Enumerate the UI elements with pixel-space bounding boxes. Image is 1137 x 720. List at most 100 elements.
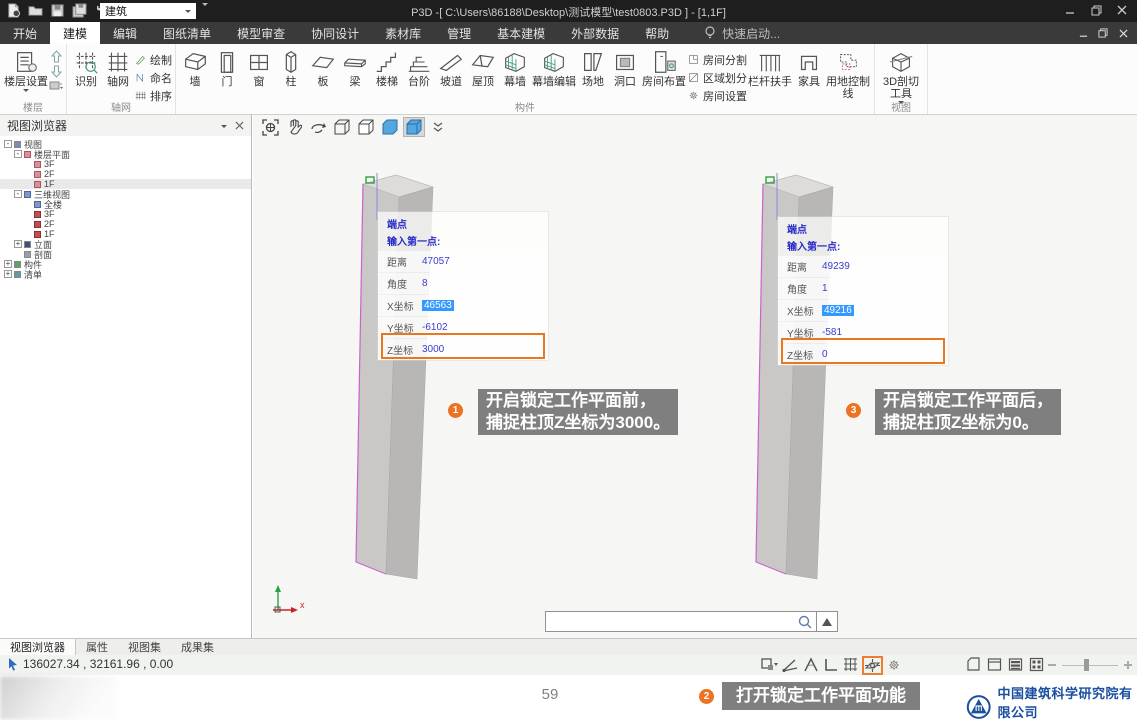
lock-workplane-toggle[interactable] xyxy=(862,656,883,675)
doc-minimize-button[interactable] xyxy=(1073,24,1093,42)
cascade-windows-icon[interactable] xyxy=(1008,657,1023,672)
single-window-icon[interactable] xyxy=(987,657,1002,672)
settings-gear-icon[interactable] xyxy=(886,657,902,673)
tab-external-data[interactable]: 外部数据 xyxy=(558,22,632,44)
opening-button[interactable]: 洞口 xyxy=(609,46,641,88)
x-coord-value[interactable]: 49216 xyxy=(822,305,854,316)
3d-section-tool-button[interactable]: 3D剖切工具 xyxy=(878,46,924,107)
tree-item-3d-views[interactable]: -三维视图 xyxy=(0,189,251,199)
quick-launch[interactable]: 快速启动... xyxy=(704,22,780,44)
expander-icon[interactable]: - xyxy=(4,140,12,148)
window-button[interactable]: 窗 xyxy=(243,46,275,88)
expander-icon[interactable]: + xyxy=(4,260,12,268)
zoom-extents-button[interactable] xyxy=(259,117,281,137)
tab-drawing-list[interactable]: 图纸清单 xyxy=(150,22,224,44)
snap-settings-icon[interactable] xyxy=(760,657,778,673)
new-window-icon[interactable] xyxy=(966,657,981,672)
column-button[interactable]: 柱 xyxy=(275,46,307,88)
panel-close-icon[interactable] xyxy=(235,121,244,130)
minimize-button[interactable] xyxy=(1057,0,1083,20)
tab-basic-modeling[interactable]: 基本建模 xyxy=(484,22,558,44)
tree-item-plan-2f[interactable]: 2F xyxy=(0,169,251,179)
expander-icon[interactable]: + xyxy=(14,240,22,248)
expand-history-button[interactable] xyxy=(816,612,837,631)
wall-button[interactable]: 墙 xyxy=(179,46,211,88)
floor-copy-icon[interactable] xyxy=(49,80,63,91)
tree-item-floor-plans[interactable]: -楼层平面 xyxy=(0,149,251,159)
wireframe-view-button[interactable] xyxy=(331,117,353,137)
floor-down-icon[interactable] xyxy=(51,65,62,78)
zoom-out-icon[interactable] xyxy=(1048,664,1056,666)
beam-button[interactable]: 梁 xyxy=(339,46,371,88)
tab-properties[interactable]: 属性 xyxy=(76,639,118,655)
floor-up-icon[interactable] xyxy=(51,50,62,63)
roof-button[interactable]: 屋顶 xyxy=(467,46,499,88)
expander-icon[interactable]: - xyxy=(14,150,22,158)
tile-windows-icon[interactable] xyxy=(1029,657,1044,672)
expander-icon[interactable]: - xyxy=(14,190,22,198)
tree-item-3d-3f[interactable]: 3F xyxy=(0,209,251,219)
tab-material-library[interactable]: 素材库 xyxy=(372,22,434,44)
tab-management[interactable]: 管理 xyxy=(434,22,484,44)
site-button[interactable]: 场地 xyxy=(577,46,609,88)
area-divide-button[interactable]: 区域划分 xyxy=(687,69,747,86)
steps-button[interactable]: 台阶 xyxy=(403,46,435,88)
x-coord-value[interactable]: 46563 xyxy=(422,300,454,311)
railing-button[interactable]: 栏杆扶手 xyxy=(747,46,793,88)
search-icon[interactable] xyxy=(797,614,813,630)
tree-item-3d-whole[interactable]: 全楼 xyxy=(0,199,251,209)
recognize-icon xyxy=(72,48,100,76)
tab-edit[interactable]: 编辑 xyxy=(100,22,150,44)
hidden-line-view-button[interactable] xyxy=(355,117,377,137)
orbit-button[interactable] xyxy=(307,117,329,137)
curtain-wall-button[interactable]: 幕墙 xyxy=(499,46,531,88)
tab-view-browser[interactable]: 视图浏览器 xyxy=(0,639,76,655)
door-button[interactable]: 门 xyxy=(211,46,243,88)
room-layout-button[interactable]: 房间布置 xyxy=(641,46,687,88)
curtain-wall-edit-button[interactable]: 幕墙编辑 xyxy=(531,46,577,88)
tab-result-sets[interactable]: 成果集 xyxy=(171,639,224,655)
tree-item-schedules[interactable]: +清单 xyxy=(0,269,251,279)
site-boundary-button[interactable]: 用地控制线 xyxy=(825,46,871,100)
ortho-mode-icon[interactable] xyxy=(823,657,839,673)
doc-restore-button[interactable] xyxy=(1093,24,1113,42)
doc-close-button[interactable] xyxy=(1113,24,1133,42)
object-snap-icon[interactable] xyxy=(802,657,820,673)
tree-item-plan-3f[interactable]: 3F xyxy=(0,159,251,169)
floor-setup-button[interactable]: 楼层设置 xyxy=(3,46,49,95)
recognize-button[interactable]: 识别 xyxy=(70,46,102,88)
grid-snap-icon[interactable] xyxy=(842,657,859,673)
tab-start[interactable]: 开始 xyxy=(0,22,50,44)
zoom-slider-handle[interactable] xyxy=(1084,659,1089,671)
name-grid-button[interactable]: 命名 xyxy=(134,69,172,86)
expander-icon[interactable]: + xyxy=(4,270,12,278)
ribbon-group-view: 3D剖切工具 视图 xyxy=(875,44,928,114)
model-viewport[interactable]: 端点 输入第一点: 距离47057 角度8 X坐标46563 Y坐标-6102 … xyxy=(253,115,1137,638)
tab-view-sets[interactable]: 视图集 xyxy=(118,639,171,655)
collapse-toolbar-button[interactable] xyxy=(427,117,449,137)
axis-grid-button[interactable]: 轴网 xyxy=(102,46,134,88)
stair-button[interactable]: 楼梯 xyxy=(371,46,403,88)
lightbulb-icon xyxy=(704,26,716,40)
zoom-slider-track[interactable] xyxy=(1062,665,1118,666)
close-button[interactable] xyxy=(1109,0,1135,20)
shaded-view-button[interactable] xyxy=(379,117,401,137)
draw-grid-button[interactable]: 绘制 xyxy=(134,51,172,68)
zoom-in-icon[interactable] xyxy=(1127,661,1129,669)
polar-tracking-icon[interactable] xyxy=(781,657,799,673)
tab-modeling[interactable]: 建模 xyxy=(50,22,100,44)
command-search-input[interactable] xyxy=(546,612,797,631)
tree-item-3d-2f[interactable]: 2F xyxy=(0,219,251,229)
ramp-button[interactable]: 坡道 xyxy=(435,46,467,88)
tab-model-review[interactable]: 模型审查 xyxy=(224,22,298,44)
shaded-edges-view-button[interactable] xyxy=(403,117,425,137)
furniture-button[interactable]: 家具 xyxy=(793,46,825,88)
slab-button[interactable]: 板 xyxy=(307,46,339,88)
annotation-line: 开启锁定工作平面后， xyxy=(883,390,1053,412)
room-split-button[interactable]: 房间分割 xyxy=(687,51,747,68)
panel-dropdown-icon[interactable] xyxy=(221,125,227,131)
restore-button[interactable] xyxy=(1083,0,1109,20)
tab-help[interactable]: 帮助 xyxy=(632,22,682,44)
pan-button[interactable] xyxy=(283,117,305,137)
tab-collaboration[interactable]: 协同设计 xyxy=(298,22,372,44)
